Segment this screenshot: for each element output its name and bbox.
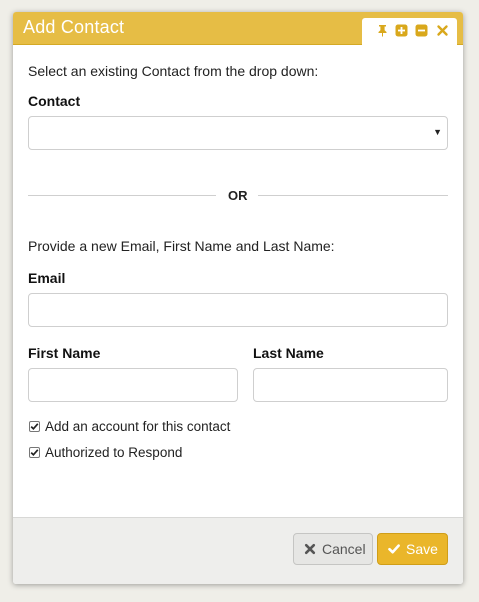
last-name-field[interactable]: [253, 368, 448, 402]
email-label: Email: [28, 270, 66, 286]
save-button[interactable]: Save: [377, 533, 448, 565]
title-controls: [362, 18, 457, 45]
last-name-label: Last Name: [253, 345, 324, 361]
first-name-label: First Name: [28, 345, 101, 361]
check-icon: [388, 544, 400, 554]
add-account-checkbox[interactable]: [29, 421, 40, 432]
minus-icon[interactable]: [415, 24, 428, 37]
dialog-footer: Cancel Save: [13, 517, 463, 584]
dialog-titlebar[interactable]: Add Contact: [13, 12, 463, 45]
close-icon: [304, 543, 316, 555]
existing-contact-intro: Select an existing Contact from the drop…: [28, 63, 319, 79]
plus-icon[interactable]: [395, 24, 408, 37]
first-name-field[interactable]: [28, 368, 238, 402]
dropdown-arrow-icon: ▼: [433, 127, 442, 137]
cancel-button-label: Cancel: [322, 541, 366, 557]
contact-select[interactable]: ▼: [28, 116, 448, 150]
contact-label: Contact: [28, 93, 81, 109]
divider-right: [258, 195, 448, 196]
or-divider-text: OR: [228, 188, 248, 203]
cancel-button[interactable]: Cancel: [293, 533, 373, 565]
authorized-label: Authorized to Respond: [45, 445, 183, 460]
pin-icon[interactable]: [376, 24, 389, 37]
divider-left: [28, 195, 216, 196]
dialog-title: Add Contact: [23, 17, 125, 37]
save-button-label: Save: [406, 541, 438, 557]
email-field[interactable]: [28, 293, 448, 327]
new-contact-intro: Provide a new Email, First Name and Last…: [28, 238, 335, 254]
authorized-checkbox[interactable]: [29, 447, 40, 458]
close-icon[interactable]: [436, 24, 449, 37]
add-account-label: Add an account for this contact: [45, 419, 231, 434]
add-contact-dialog: Add Contact Select an existing Contact f…: [13, 12, 463, 584]
